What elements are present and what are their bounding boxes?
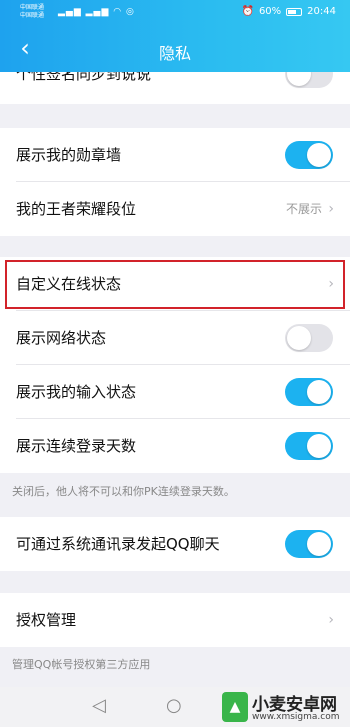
carrier-2: 中国联通 bbox=[20, 12, 45, 19]
row-network-status[interactable]: 展示网络状态 bbox=[0, 311, 350, 365]
network-status-toggle[interactable] bbox=[285, 324, 333, 352]
auth-note: 管理QQ帐号授权第三方应用 bbox=[12, 658, 151, 671]
settings-list[interactable]: 个性签名同步到说说 展示我的勋章墙 我的王者荣耀段位 不展示 › 自定义在线状态… bbox=[0, 72, 350, 687]
row-login-days[interactable]: 展示连续登录天数 bbox=[0, 419, 350, 473]
signal-icon: ▂▄▆ ▂▄▆ ◠ ◎ bbox=[58, 7, 135, 17]
row-value: 不展示 bbox=[285, 202, 322, 216]
row-honor-of-kings[interactable]: 我的王者荣耀段位 不展示 › bbox=[0, 182, 350, 236]
row-label: 展示我的勋章墙 bbox=[16, 146, 122, 164]
battery-percent: 60% bbox=[258, 6, 282, 17]
nav-bar: ‹ 隐私 bbox=[0, 26, 350, 72]
nav-home-icon[interactable]: ○ bbox=[166, 695, 182, 716]
battery-icon bbox=[286, 7, 303, 16]
row-label: 授权管理 bbox=[16, 611, 77, 629]
top-bar: 中国联通 中国联通 ▂▄▆ ▂▄▆ ◠ ◎ ⏰ 60% 20:44 ‹ 隐私 bbox=[0, 0, 350, 72]
nav-back-icon[interactable]: ◁ bbox=[92, 695, 106, 716]
row-auth-management[interactable]: 授权管理 › bbox=[0, 593, 350, 647]
chevron-right-icon: › bbox=[328, 201, 334, 217]
page-title: 隐私 bbox=[158, 44, 191, 63]
row-typing-status[interactable]: 展示我的输入状态 bbox=[0, 365, 350, 419]
row-contacts-chat[interactable]: 可通过系统通讯录发起QQ聊天 bbox=[0, 517, 350, 571]
alarm-icon: ⏰ bbox=[241, 6, 254, 17]
row-medal-wall[interactable]: 展示我的勋章墙 bbox=[0, 128, 350, 182]
row-label: 展示连续登录天数 bbox=[16, 437, 137, 455]
contacts-chat-toggle[interactable] bbox=[285, 530, 333, 558]
watermark-url: www.xmsigma.com bbox=[252, 712, 340, 722]
carrier-labels: 中国联通 中国联通 bbox=[20, 4, 44, 20]
chevron-right-icon: › bbox=[328, 612, 334, 628]
typing-status-toggle[interactable] bbox=[285, 378, 333, 406]
signature-sync-toggle[interactable] bbox=[285, 72, 333, 88]
status-right: ⏰ 60% 20:44 bbox=[241, 6, 336, 17]
watermark: ▲ 小麦安卓网 www.xmsigma.com bbox=[222, 688, 350, 727]
medal-wall-toggle[interactable] bbox=[285, 141, 333, 169]
highlight-box bbox=[5, 260, 345, 309]
clock: 20:44 bbox=[307, 6, 336, 17]
carrier-1: 中国联通 bbox=[20, 4, 45, 11]
row-label: 我的王者荣耀段位 bbox=[16, 200, 137, 218]
login-days-toggle[interactable] bbox=[285, 432, 333, 460]
row-label: 个性签名同步到说说 bbox=[16, 72, 152, 83]
login-days-note: 关闭后，他人将不可以和你PK连续登录天数。 bbox=[12, 485, 235, 498]
row-label: 展示我的输入状态 bbox=[16, 383, 137, 401]
row-signature-sync[interactable]: 个性签名同步到说说 bbox=[0, 72, 350, 104]
status-bar: 中国联通 中国联通 ▂▄▆ ▂▄▆ ◠ ◎ ⏰ 60% 20:44 bbox=[0, 0, 350, 26]
row-label: 可通过系统通讯录发起QQ聊天 bbox=[16, 535, 220, 553]
watermark-logo-icon: ▲ bbox=[222, 692, 248, 722]
row-label: 展示网络状态 bbox=[16, 329, 107, 347]
